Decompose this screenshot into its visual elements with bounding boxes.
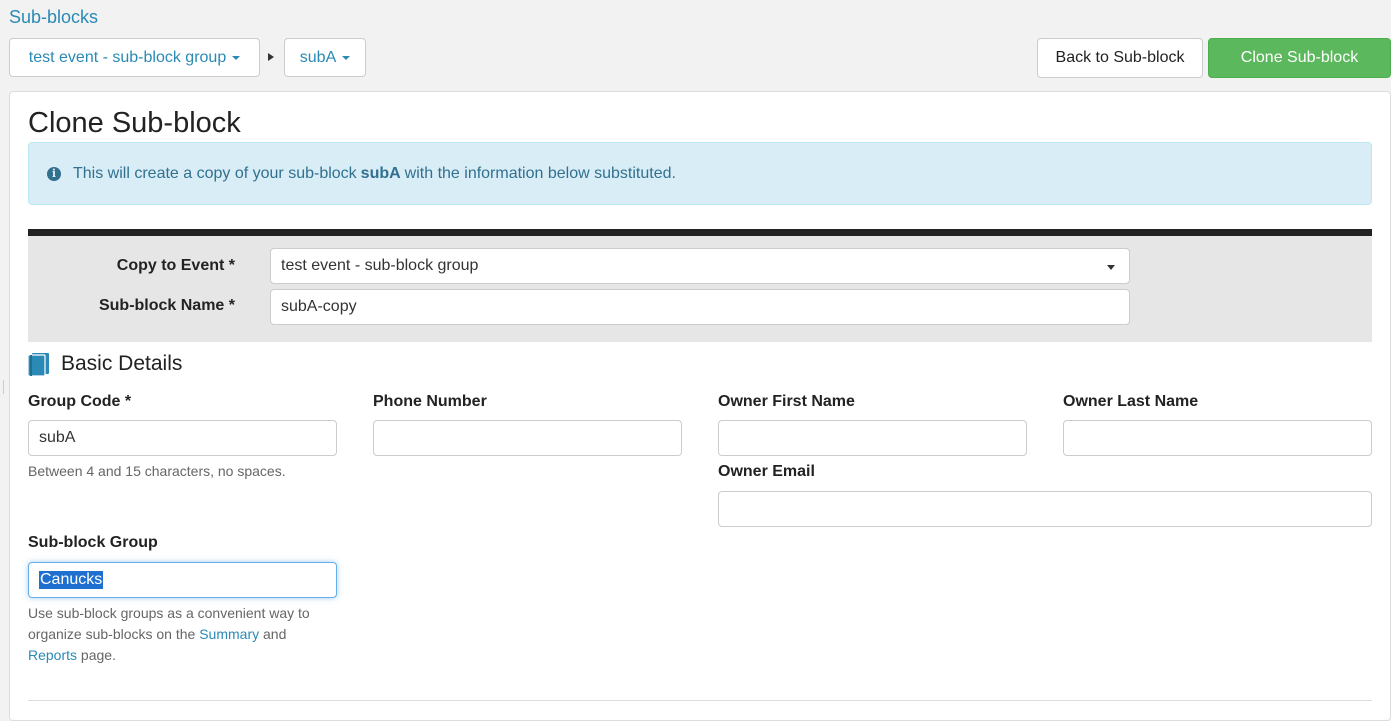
- basic-details-heading: Basic Details: [28, 352, 182, 376]
- owner-email-input[interactable]: [718, 491, 1372, 527]
- basic-details-title: Basic Details: [61, 352, 183, 375]
- event-dropdown-label: test event - sub-block group: [28, 48, 227, 66]
- reports-link[interactable]: Reports: [28, 647, 77, 663]
- group-code-help: Between 4 and 15 characters, no spaces.: [28, 463, 286, 479]
- help-line-1: Use sub-block groups as a convenient way…: [28, 605, 310, 621]
- info-alert: i This will create a copy of your sub-bl…: [28, 142, 1372, 205]
- caret-down-icon: [232, 55, 241, 60]
- caret-down-icon: [342, 55, 351, 60]
- subblock-group-value: Canucks: [39, 571, 104, 589]
- help-and: and: [263, 626, 287, 642]
- info-subblock-name: subA: [360, 164, 401, 182]
- help-page: page.: [80, 647, 116, 663]
- owner-last-name-input[interactable]: [1063, 420, 1372, 456]
- phone-number-input[interactable]: [373, 420, 682, 456]
- copy-to-event-label: Copy to Event *: [116, 257, 235, 274]
- book-icon: [28, 352, 49, 376]
- subblock-name-label: Sub-block Name *: [98, 297, 235, 314]
- info-icon: i: [47, 166, 61, 181]
- breadcrumb-separator-icon: [268, 53, 274, 61]
- summary-link[interactable]: Summary: [199, 626, 259, 642]
- group-code-value: subA: [39, 429, 76, 446]
- info-text-suffix: with the information below substituted.: [404, 164, 676, 182]
- copy-settings-box: [28, 229, 1372, 342]
- copy-to-event-select[interactable]: test event - sub-block group: [270, 248, 1130, 284]
- sub-blocks-link[interactable]: Sub-blocks: [9, 7, 98, 28]
- owner-first-name-label: Owner First Name: [718, 393, 855, 410]
- subblock-group-label: Sub-block Group: [28, 534, 158, 551]
- subblock-name-input[interactable]: subA-copy: [270, 289, 1130, 325]
- subblock-group-input[interactable]: Canucks: [28, 562, 337, 598]
- event-dropdown[interactable]: test event - sub-block group: [9, 38, 260, 77]
- subblock-dropdown-label: subA: [299, 48, 337, 66]
- select-arrow-icon: [1107, 265, 1115, 270]
- info-text-prefix: This will create a copy of your sub-bloc…: [73, 164, 357, 182]
- phone-number-label: Phone Number: [373, 393, 487, 410]
- back-to-subblock-button[interactable]: Back to Sub-block: [1037, 38, 1203, 78]
- subblock-dropdown[interactable]: subA: [284, 38, 366, 77]
- owner-first-name-input[interactable]: [718, 420, 1027, 456]
- subblock-name-value: subA-copy: [281, 298, 357, 315]
- group-code-input[interactable]: subA: [28, 420, 337, 456]
- owner-last-name-label: Owner Last Name: [1063, 393, 1199, 410]
- page-title: Clone Sub-block: [28, 107, 241, 139]
- group-code-label: Group Code *: [28, 393, 132, 410]
- help-line-2: organize sub-blocks on the: [28, 626, 196, 642]
- clone-subblock-button[interactable]: Clone Sub-block: [1208, 38, 1391, 78]
- subblock-group-help: Use sub-block groups as a convenient way…: [28, 603, 348, 666]
- section-divider: [28, 700, 1372, 701]
- copy-to-event-value: test event - sub-block group: [281, 257, 479, 274]
- scroll-handle: [0, 380, 4, 394]
- owner-email-label: Owner Email: [718, 463, 815, 480]
